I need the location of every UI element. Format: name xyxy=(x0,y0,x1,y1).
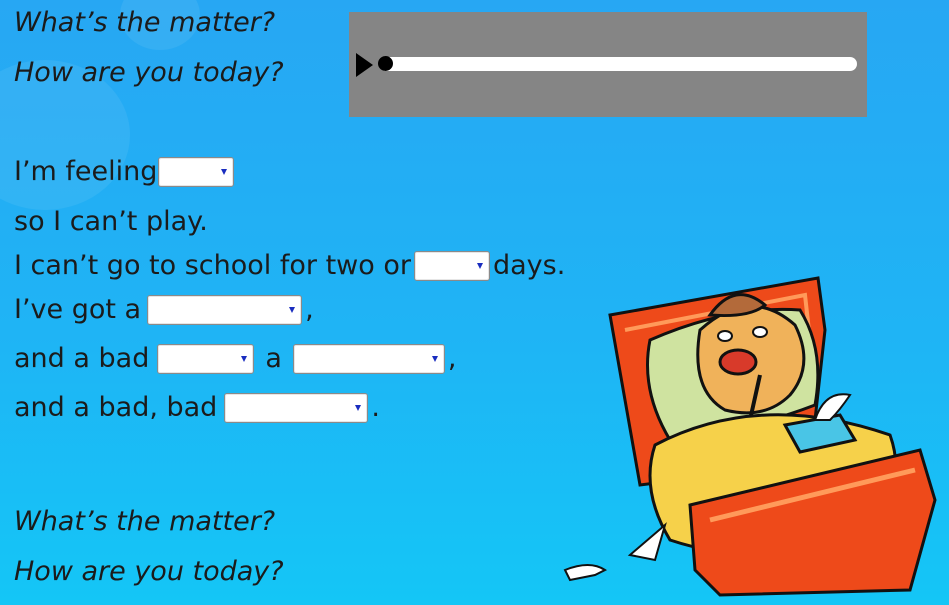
verse-text: and a bad xyxy=(14,343,150,374)
verse-line-3: I can’t go to school for two or days. xyxy=(14,249,565,283)
dropdown-arrow-icon xyxy=(431,356,438,362)
tissue-on-floor xyxy=(563,564,607,582)
verse-line-2: so I can’t play. xyxy=(14,206,208,237)
feeling-dropdown[interactable] xyxy=(158,157,235,187)
bad-bad-ailment-dropdown[interactable] xyxy=(224,393,369,423)
audio-scrubber-knob[interactable] xyxy=(378,56,393,71)
dropdown-arrow-icon xyxy=(221,169,228,175)
dropdown-arrow-icon xyxy=(241,356,248,362)
verse-line-4: I’ve got a , xyxy=(14,293,314,327)
chorus-bottom-line1: What’s the matter? xyxy=(14,506,276,537)
dropdown-arrow-icon xyxy=(476,263,483,269)
tissue-on-floor xyxy=(627,522,667,562)
verse-text: I can’t go to school for two or xyxy=(14,250,411,281)
dropdown-arrow-icon xyxy=(289,307,296,313)
chorus-top-line1: What’s the matter? xyxy=(14,7,276,38)
verse-line-5: and a bad a , xyxy=(14,342,456,376)
verse-text: days. xyxy=(492,250,566,281)
audio-player xyxy=(349,12,867,117)
verse-text: , xyxy=(305,294,314,325)
audio-progress-track[interactable] xyxy=(379,57,857,71)
verse-text: , xyxy=(447,343,457,374)
verse-text: and a bad, bad xyxy=(14,392,218,423)
verse-text: I’ve got a xyxy=(14,294,142,325)
verse-line-1: I’m feeling xyxy=(14,155,237,189)
sick-dog-in-bed-illustration xyxy=(563,276,937,597)
a-ailment-dropdown[interactable] xyxy=(292,344,445,374)
verse-line-6: and a bad, bad . xyxy=(14,391,380,425)
dropdown-arrow-icon xyxy=(355,405,362,411)
verse-text: . xyxy=(371,392,380,423)
got-a-dropdown[interactable] xyxy=(147,295,303,325)
days-dropdown[interactable] xyxy=(413,251,490,281)
verse-text: a xyxy=(265,343,282,374)
bad-ailment-dropdown-1[interactable] xyxy=(157,344,255,374)
verse-text: I’m feeling xyxy=(14,156,158,187)
play-icon[interactable] xyxy=(356,53,373,77)
chorus-bottom-line2: How are you today? xyxy=(14,556,284,587)
chorus-top-line2: How are you today? xyxy=(14,57,284,88)
